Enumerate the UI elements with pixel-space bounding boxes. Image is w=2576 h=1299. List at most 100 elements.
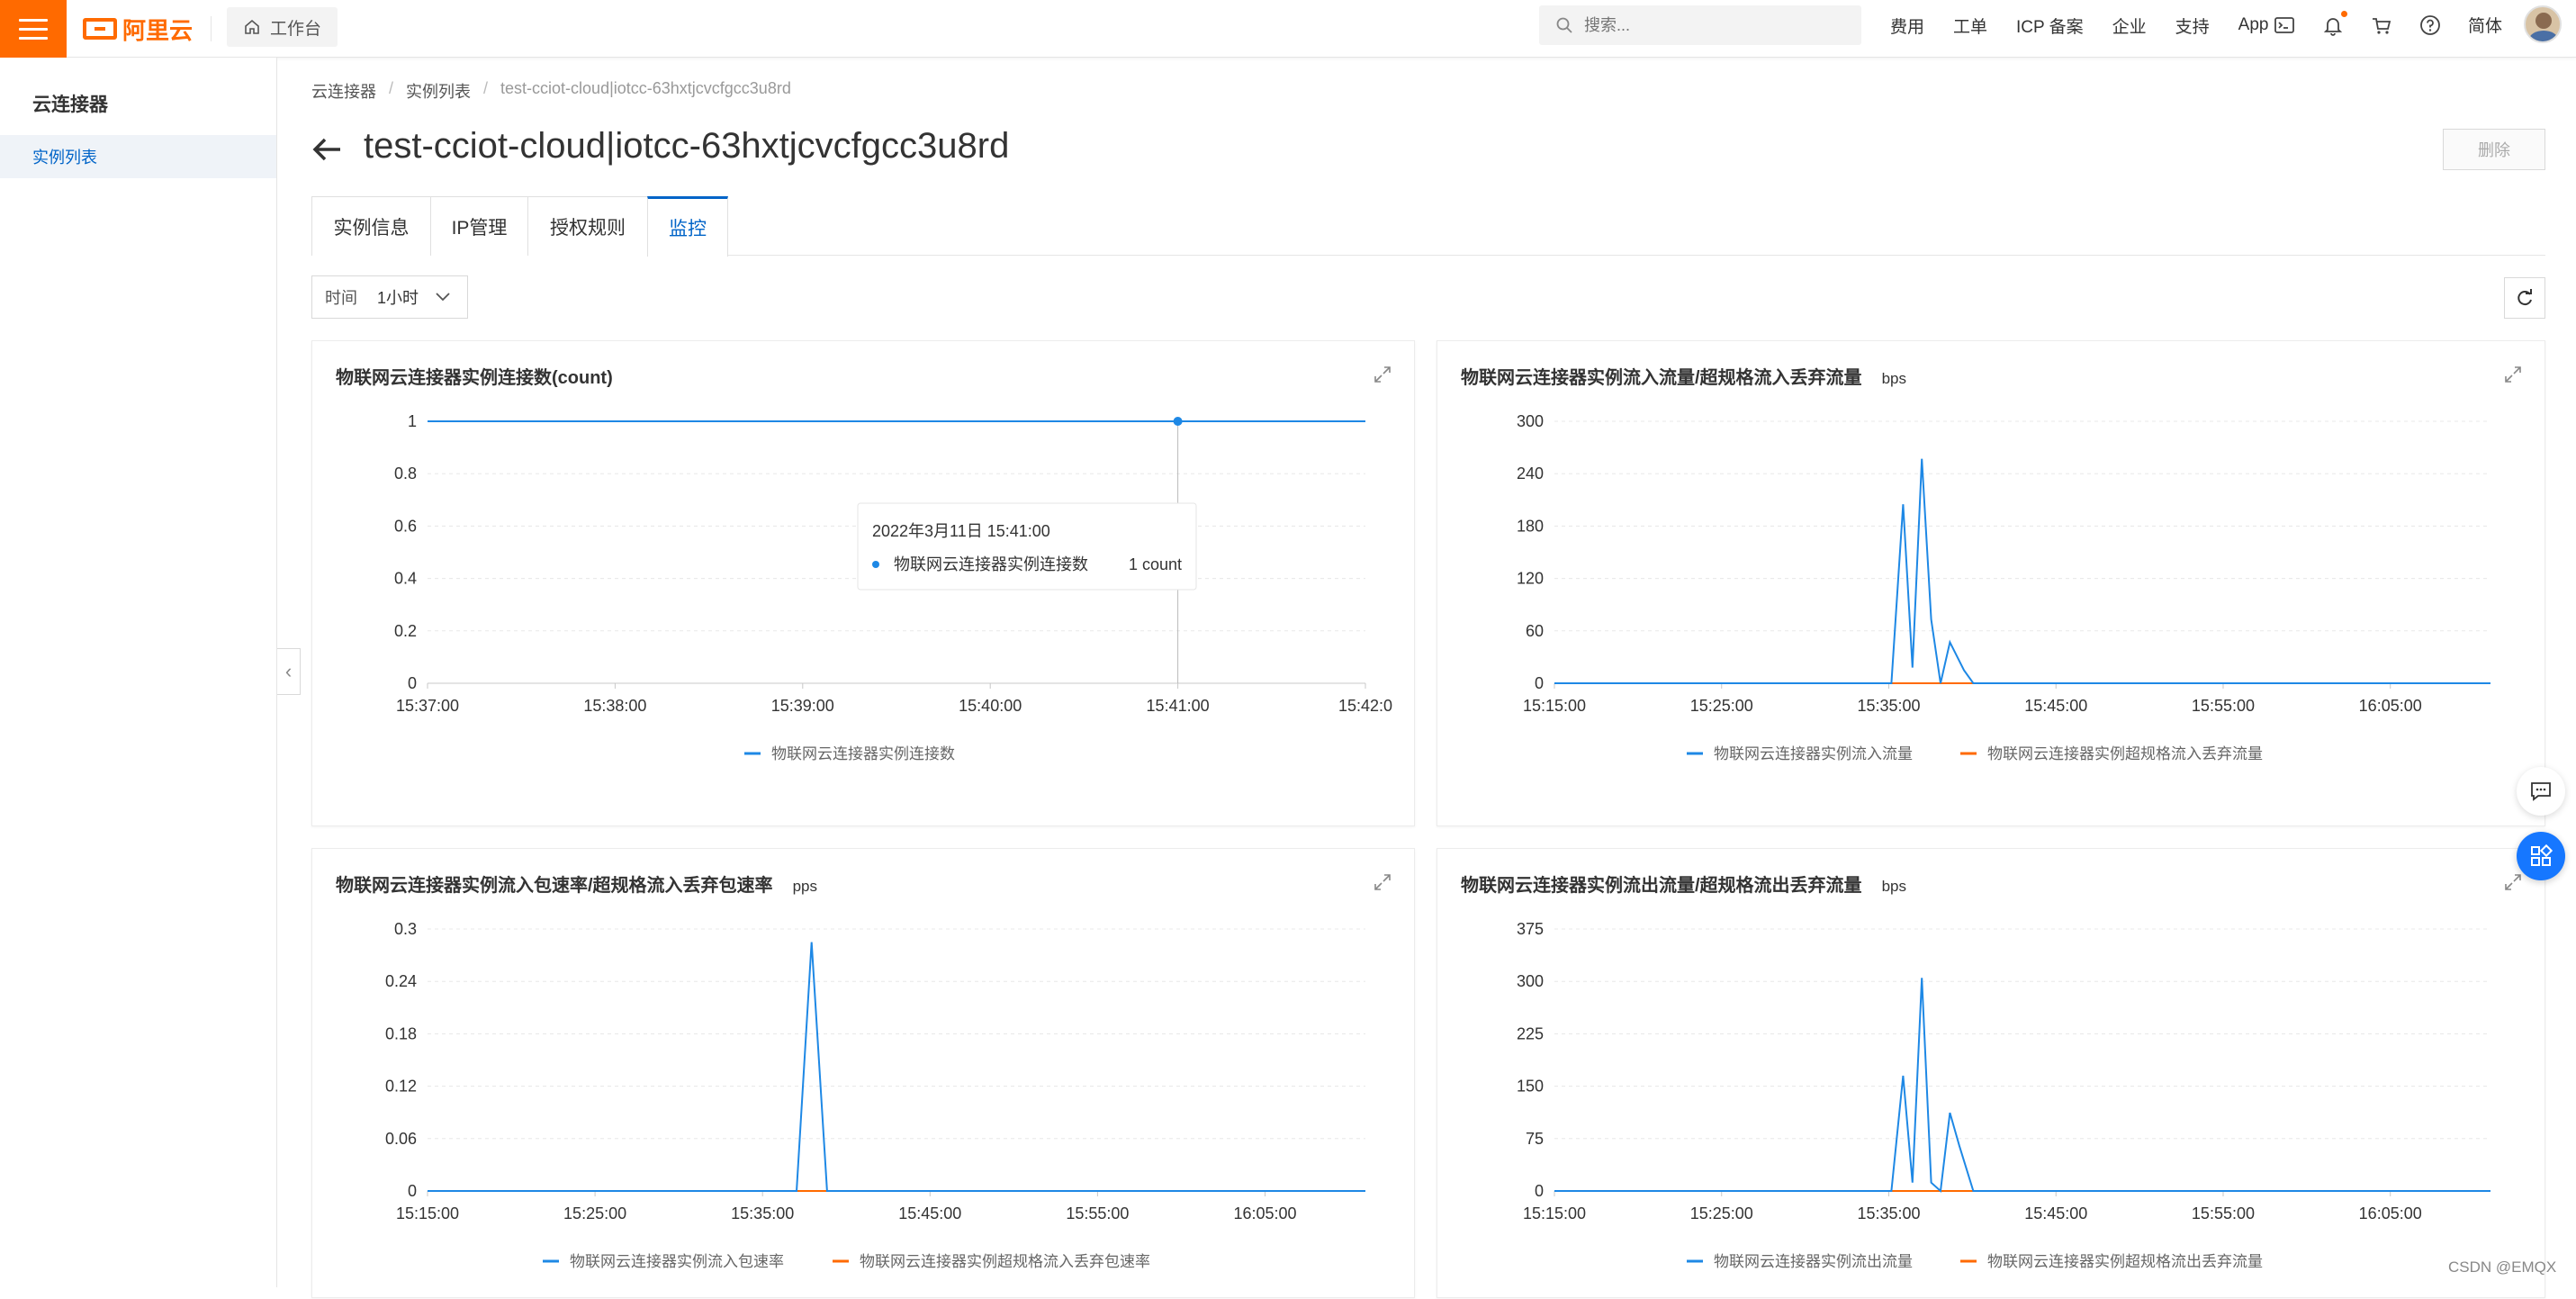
tooltip-dot: [872, 561, 879, 568]
avatar[interactable]: [2524, 5, 2562, 43]
menu-icon[interactable]: [0, 0, 67, 58]
refresh-icon: [2517, 289, 2532, 306]
nav-link-billing[interactable]: 费用: [1890, 14, 1924, 38]
legend-label: 物联网云连接器实例超规格流出丢弃流量: [1987, 1253, 2263, 1270]
tab-authorization-rules[interactable]: 授权规则: [527, 196, 648, 256]
top-navigation-bar: 阿里云 工作台 费用 工单 ICP 备案 企业 支持 App 简体: [0, 0, 2576, 58]
time-range-select[interactable]: 时间 1小时: [311, 275, 468, 319]
x-tick-label: 15:15:00: [396, 1204, 459, 1222]
legend-label: 物联网云连接器实例超规格流入丢弃包速率: [860, 1253, 1150, 1270]
y-tick-label: 0.8: [394, 465, 417, 483]
breadcrumb: 云连接器 / 实例列表 / test-cciot-cloud|iotcc-63h…: [311, 79, 791, 103]
help-icon[interactable]: [2418, 13, 2443, 38]
x-tick-label: 15:35:00: [731, 1204, 794, 1222]
chart-svg: 0 75 150 225 300 375 15:15:00 15:25:00 15:35:00 1…: [1517, 920, 2490, 1270]
x-tick-label: 15:42:0: [1338, 697, 1392, 715]
x-tick-label: 15:40:00: [959, 697, 1022, 715]
language-switch[interactable]: 简体: [2468, 13, 2502, 37]
brand-name: 阿里云: [122, 16, 194, 44]
legend-label: 物联网云连接器实例流出流量: [1714, 1253, 1913, 1270]
y-tick-label: 0.12: [385, 1078, 417, 1096]
x-tick-label: 15:55:00: [2192, 697, 2255, 715]
x-tick-label: 15:41:00: [1147, 697, 1210, 715]
legend-label: 物联网云连接器实例流入流量: [1714, 745, 1913, 762]
top-nav-links: 费用 工单 ICP 备案 企业 支持 App: [1890, 0, 2297, 50]
search-input[interactable]: [1584, 15, 1836, 35]
tab-monitoring[interactable]: 监控: [647, 196, 728, 257]
time-value: 1小时: [377, 289, 419, 307]
y-tick-label: 0.24: [385, 972, 417, 990]
highlight-point: [1173, 417, 1183, 426]
chart-panel-connections: 物联网云连接器实例连接数(count) 0 0.2 0.4 0.6 0.8 1 15:37:…: [311, 340, 1415, 826]
notification-dot: [2341, 11, 2347, 17]
series-line: [428, 942, 1365, 1192]
time-label: 时间: [325, 289, 357, 307]
y-tick-label: 150: [1517, 1078, 1544, 1096]
tooltip-value: 1 count: [1129, 555, 1182, 573]
x-tick-label: 16:05:00: [2359, 1204, 2422, 1222]
tab-ip-management[interactable]: IP管理: [430, 196, 528, 256]
nav-link-app[interactable]: App: [2238, 15, 2269, 35]
watermark: CSDN @EMQX: [2448, 1258, 2557, 1276]
y-tick-label: 0: [408, 1182, 417, 1200]
global-search[interactable]: [1539, 5, 1861, 45]
x-tick-label: 15:55:00: [1066, 1204, 1129, 1222]
y-tick-label: 0.4: [394, 570, 417, 588]
chart-panel-inbound-packets: 物联网云连接器实例流入包速率/超规格流入丢弃包速率 pps 0 0.06 0.12 0.…: [311, 848, 1415, 1298]
y-tick-label: 375: [1517, 920, 1544, 938]
x-tick-label: 15:45:00: [898, 1204, 961, 1222]
chat-icon: [2531, 782, 2551, 801]
chart-panel-inbound-traffic: 物联网云连接器实例流入流量/超规格流入丢弃流量 bps 0 60 120 180 240 3…: [1437, 340, 2545, 826]
breadcrumb-item[interactable]: 实例列表: [406, 79, 471, 103]
workbench-label: 工作台: [270, 19, 322, 39]
refresh-button[interactable]: [2504, 277, 2545, 319]
tooltip: 2022年3月11日 15:41:00 物联网云连接器实例连接数 1 count: [857, 502, 1197, 591]
breadcrumb-separator: /: [389, 79, 394, 97]
terminal-icon[interactable]: [2272, 13, 2297, 38]
y-tick-label: 180: [1517, 517, 1544, 535]
y-tick-label: 0.2: [394, 622, 417, 640]
back-arrow-icon[interactable]: [311, 133, 344, 166]
y-tick-label: 0.6: [394, 517, 417, 535]
y-tick-label: 0: [1535, 674, 1544, 692]
x-tick-label: 15:35:00: [1857, 1204, 1920, 1222]
apps-button[interactable]: [2517, 832, 2565, 880]
breadcrumb-item[interactable]: 云连接器: [311, 79, 376, 103]
divider: [211, 16, 212, 41]
x-tick-label: 15:38:00: [583, 697, 646, 715]
nav-link-support[interactable]: 支持: [2175, 14, 2210, 38]
chart-panel-outbound-traffic: 物联网云连接器实例流出流量/超规格流出丢弃流量 bps 0 75 150 225 300 3…: [1437, 848, 2545, 1298]
chart-svg: 0 0.2 0.4 0.6 0.8 1 15:37:00 15:38:00 15:39:00 15…: [394, 412, 1392, 762]
cart-icon[interactable]: [2369, 13, 2394, 38]
y-tick-label: 75: [1526, 1130, 1544, 1148]
series-line: [1554, 458, 2490, 684]
chat-button[interactable]: [2517, 767, 2565, 816]
sidebar: 云连接器 实例列表: [0, 58, 277, 1287]
y-tick-label: 225: [1517, 1024, 1544, 1042]
nav-link-enterprise[interactable]: 企业: [2112, 14, 2147, 38]
sidebar-title: 云连接器: [32, 95, 108, 115]
tab-instance-info[interactable]: 实例信息: [311, 196, 431, 256]
collapse-sidebar-handle[interactable]: ‹: [277, 648, 301, 695]
y-tick-label: 300: [1517, 972, 1544, 990]
chart-svg: 0 60 120 180 240 300 15:15:00 15:25:00 15:35:00 1…: [1517, 412, 2490, 762]
x-tick-label: 15:15:00: [1523, 1204, 1586, 1222]
sidebar-item-instance-list[interactable]: 实例列表: [0, 135, 276, 178]
chevron-left-icon: ‹: [284, 660, 293, 682]
x-tick-label: 15:45:00: [2024, 697, 2087, 715]
nav-link-tickets[interactable]: 工单: [1953, 14, 1987, 38]
workbench-button[interactable]: 工作台: [227, 7, 338, 47]
y-tick-label: 0.3: [394, 920, 417, 938]
delete-button[interactable]: 删除: [2443, 129, 2545, 170]
x-tick-label: 15:39:00: [771, 697, 834, 715]
y-tick-label: 60: [1526, 622, 1544, 640]
y-tick-label: 0.06: [385, 1130, 417, 1148]
breadcrumb-current: test-cciot-cloud|iotcc-63hxtjcvcfgcc3u8r…: [500, 79, 791, 97]
search-icon: [1556, 17, 1572, 33]
tooltip-box: [857, 502, 1197, 591]
aliyun-logo[interactable]: 阿里云: [83, 13, 193, 45]
bell-icon[interactable]: [2320, 11, 2347, 38]
x-tick-label: 15:37:00: [396, 697, 459, 715]
nav-link-icp[interactable]: ICP 备案: [2016, 14, 2084, 38]
y-tick-label: 1: [408, 412, 417, 430]
